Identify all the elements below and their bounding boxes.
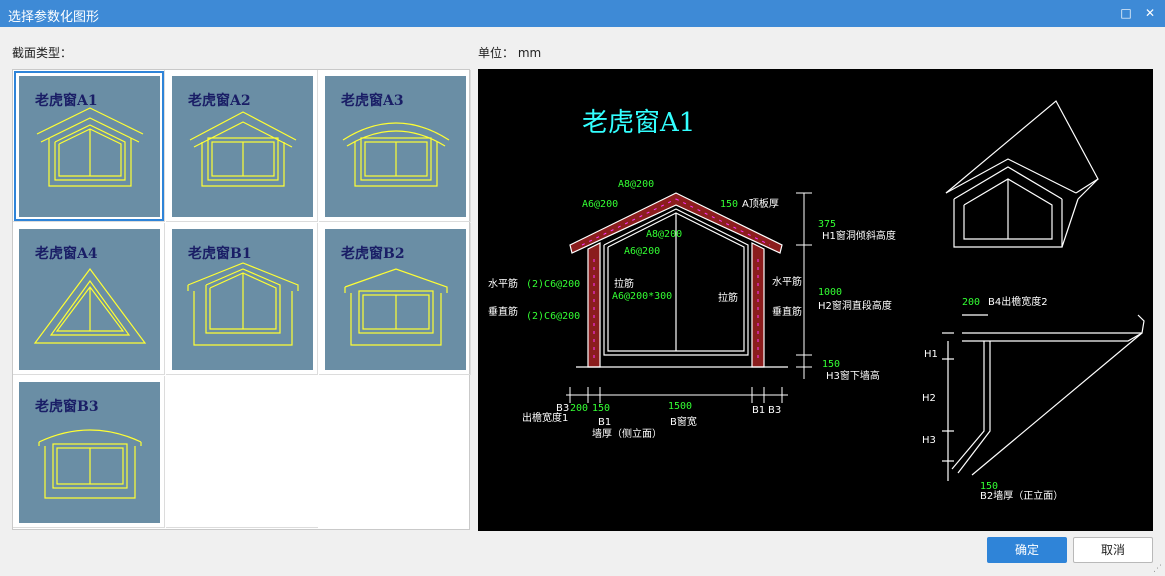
lbl-a8-top: A8@200 <box>618 179 654 190</box>
lbl-shuiping-r: 水平筋 <box>772 275 802 288</box>
thumb-b2[interactable]: 老虎窗B2 <box>319 223 471 375</box>
lbl-lajin-spec: A6@200*300 <box>612 291 672 302</box>
dormer-a1-icon <box>36 107 144 187</box>
lbl-h1: 375 <box>818 219 836 230</box>
thumb-a1-image: 老虎窗A1 <box>19 76 160 217</box>
lbl-b1: 150 <box>592 403 610 414</box>
dormer-b1-icon <box>187 262 299 346</box>
lbl-h1-desc: H1窗洞倾斜高度 <box>822 229 896 242</box>
thumb-a3-image: 老虎窗A3 <box>325 76 466 217</box>
title-bar: 选择参数化图形 □ ✕ <box>0 0 1165 27</box>
thumb-b3[interactable]: 老虎窗B3 <box>13 376 165 528</box>
preview-panel: 老虎窗A1 A8@200 A6@200 A8@200 A6@200 150 37… <box>478 69 1153 531</box>
lbl-b3-r: B3 <box>768 405 781 416</box>
close-icon[interactable]: ✕ <box>1141 4 1159 22</box>
cancel-button[interactable]: 取消 <box>1073 537 1153 563</box>
lbl-a6-left: A6@200 <box>582 199 618 210</box>
section-type-label: 截面类型： <box>12 46 73 60</box>
thumb-a2[interactable]: 老虎窗A2 <box>166 70 318 222</box>
lbl-b2-desc: B2墙厚（正立面） <box>980 489 1063 502</box>
thumb-b1[interactable]: 老虎窗B1 <box>166 223 318 375</box>
lbl-h1-r: H1 <box>924 349 938 360</box>
dormer-a2-icon <box>189 111 297 187</box>
empty-cell <box>166 376 318 528</box>
dormer-a3-icon <box>342 122 450 187</box>
lbl-h3-r: H3 <box>922 435 936 446</box>
thumb-b1-image: 老虎窗B1 <box>172 229 313 370</box>
side-elevation <box>942 314 1145 481</box>
lbl-b4-desc: B4出檐宽度2 <box>988 295 1048 308</box>
window-title: 选择参数化图形 <box>8 10 100 25</box>
lbl-b4: 200 <box>962 297 980 308</box>
lbl-lajin-r: 拉筋 <box>718 291 738 304</box>
lbl-h2-r: H2 <box>922 393 936 404</box>
thumb-b3-image: 老虎窗B3 <box>19 382 160 523</box>
lbl-b3: 200 <box>570 403 588 414</box>
lbl-chuizhi: (2)C6@200 <box>526 311 580 322</box>
lbl-h3-desc: H3窗下墙高 <box>826 369 880 382</box>
thumb-a3[interactable]: 老虎窗A3 <box>319 70 471 222</box>
preview-title: 老虎窗A1 <box>582 108 695 138</box>
lbl-thick150: 150 <box>720 199 738 210</box>
lbl-b-desc: B窗宽 <box>670 415 697 428</box>
dimension-lines <box>566 192 812 403</box>
thumb-b2-image: 老虎窗B2 <box>325 229 466 370</box>
lbl-shuiping-l: 水平筋 <box>488 277 518 290</box>
dormer-a4-icon <box>33 267 147 344</box>
lbl-chuizhi-r: 垂直筋 <box>772 305 802 318</box>
unit-label: 单位： mm <box>478 46 542 60</box>
lbl-h2: 1000 <box>818 287 842 298</box>
lbl-h2-desc: H2窗洞直段高度 <box>818 299 892 312</box>
lbl-b1-desc: 墙厚（侧立面） <box>592 427 662 440</box>
lbl-chuizhi-l: 垂直筋 <box>488 305 518 318</box>
ok-button[interactable]: 确定 <box>987 537 1067 563</box>
thumb-a4-image: 老虎窗A4 <box>19 229 160 370</box>
dormer-3d-view <box>945 100 1099 248</box>
dormer-a1-drawing: 老虎窗A1 A8@200 A6@200 A8@200 A6@200 150 37… <box>488 100 1145 502</box>
lbl-lajin-c: 拉筋 <box>614 277 634 290</box>
lbl-h3: 150 <box>822 359 840 370</box>
thumbnail-grid: 老虎窗A1 老虎窗A2 老虎窗A3 老虎窗A4 老虎窗B1 老虎窗B2 老虎窗B… <box>12 69 471 530</box>
lbl-shuiping: (2)C6@200 <box>526 279 580 290</box>
dormer-b2-icon <box>344 268 448 346</box>
lbl-b1-l: B1 <box>598 417 611 428</box>
lbl-b3-desc: 出檐宽度1 <box>522 411 568 424</box>
maximize-icon[interactable]: □ <box>1117 4 1135 22</box>
lbl-a8-mid: A8@200 <box>646 229 682 240</box>
lbl-a6-mid: A6@200 <box>624 246 660 257</box>
thumb-a4[interactable]: 老虎窗A4 <box>13 223 165 375</box>
lbl-b: 1500 <box>668 401 692 412</box>
thumb-a1[interactable]: 老虎窗A1 <box>13 70 165 222</box>
dormer-b3-icon <box>38 429 142 499</box>
lbl-b1-r: B1 <box>752 405 765 416</box>
thumb-a2-image: 老虎窗A2 <box>172 76 313 217</box>
resize-grip-icon[interactable]: ⋰ <box>1153 564 1163 574</box>
lbl-a-desc: A顶板厚 <box>742 197 779 210</box>
